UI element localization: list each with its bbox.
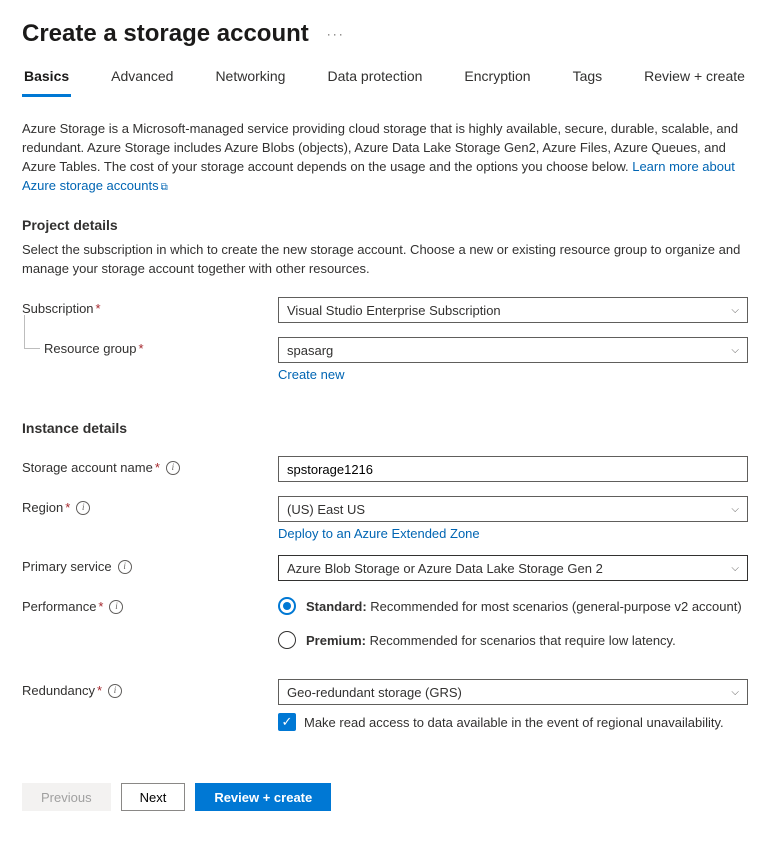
external-link-icon: ⧉ (161, 182, 168, 193)
info-icon[interactable]: i (76, 501, 90, 515)
checkmark-icon: ✓ (282, 714, 293, 730)
create-new-link[interactable]: Create new (278, 367, 344, 382)
tab-review-create[interactable]: Review + create (642, 68, 747, 97)
storage-name-input[interactable] (278, 456, 748, 482)
subscription-dropdown[interactable]: Visual Studio Enterprise Subscription ⌵ (278, 297, 748, 323)
chevron-down-icon: ⌵ (731, 687, 739, 698)
performance-premium-radio[interactable]: Premium: Recommended for scenarios that … (278, 631, 748, 649)
required-indicator: * (97, 683, 102, 698)
region-dropdown[interactable]: (US) East US ⌵ (278, 496, 748, 522)
tab-tags[interactable]: Tags (571, 68, 605, 97)
primary-service-label: Primary service (22, 559, 112, 574)
radio-icon (278, 631, 296, 649)
radio-label: Standard: Recommended for most scenarios… (306, 599, 742, 614)
page-title: Create a storage account (22, 20, 309, 48)
required-indicator: * (139, 341, 144, 356)
primary-service-dropdown[interactable]: Azure Blob Storage or Azure Data Lake St… (278, 555, 748, 581)
storage-name-label: Storage account name (22, 460, 153, 475)
tab-data-protection[interactable]: Data protection (325, 68, 424, 97)
project-details-desc: Select the subscription in which to crea… (22, 241, 748, 279)
review-create-button[interactable]: Review + create (195, 783, 331, 811)
more-actions-button[interactable]: ··· (327, 27, 345, 41)
footer-bar: Previous Next Review + create (22, 771, 748, 825)
redundancy-label: Redundancy (22, 683, 95, 698)
required-indicator: * (65, 500, 70, 515)
tab-bar: Basics Advanced Networking Data protecti… (22, 68, 748, 98)
required-indicator: * (98, 599, 103, 614)
chevron-down-icon: ⌵ (731, 305, 739, 316)
chevron-down-icon: ⌵ (731, 563, 739, 574)
radio-label: Premium: Recommended for scenarios that … (306, 633, 676, 648)
tab-basics[interactable]: Basics (22, 68, 71, 97)
tab-advanced[interactable]: Advanced (109, 68, 175, 97)
read-access-checkbox[interactable]: ✓ (278, 713, 296, 731)
chevron-down-icon: ⌵ (731, 345, 739, 356)
performance-label: Performance (22, 599, 96, 614)
tab-encryption[interactable]: Encryption (462, 68, 532, 97)
info-icon[interactable]: i (166, 461, 180, 475)
redundancy-dropdown[interactable]: Geo-redundant storage (GRS) ⌵ (278, 679, 748, 705)
info-icon[interactable]: i (108, 684, 122, 698)
subscription-label: Subscription (22, 301, 94, 316)
instance-details-heading: Instance details (22, 420, 748, 436)
resource-group-dropdown[interactable]: spasarg ⌵ (278, 337, 748, 363)
tree-indent-line (24, 315, 40, 349)
project-details-heading: Project details (22, 217, 748, 233)
required-indicator: * (155, 460, 160, 475)
info-icon[interactable]: i (109, 600, 123, 614)
deploy-extended-zone-link[interactable]: Deploy to an Azure Extended Zone (278, 526, 480, 541)
radio-icon (278, 597, 296, 615)
intro-text: Azure Storage is a Microsoft-managed ser… (22, 120, 748, 195)
performance-standard-radio[interactable]: Standard: Recommended for most scenarios… (278, 597, 748, 615)
previous-button: Previous (22, 783, 111, 811)
next-button[interactable]: Next (121, 783, 186, 811)
region-label: Region (22, 500, 63, 515)
required-indicator: * (96, 301, 101, 316)
checkbox-label: Make read access to data available in th… (304, 715, 724, 730)
info-icon[interactable]: i (118, 560, 132, 574)
chevron-down-icon: ⌵ (731, 504, 739, 515)
resource-group-label: Resource group (44, 341, 137, 356)
tab-networking[interactable]: Networking (213, 68, 287, 97)
